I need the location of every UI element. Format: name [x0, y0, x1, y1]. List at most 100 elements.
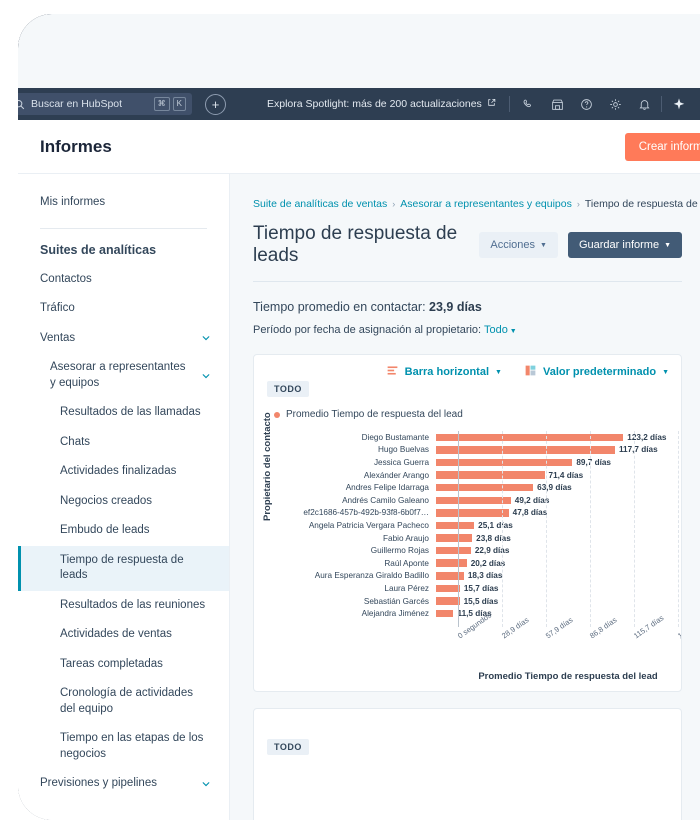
- sidebar-item-chats[interactable]: Chats: [18, 428, 229, 458]
- chart-bar-row: Guillermo Rojas 22,9 días: [276, 544, 678, 557]
- sidebar-item-ventas[interactable]: Ventas: [18, 324, 229, 354]
- period-prefix: Período por fecha de asignación al propi…: [253, 324, 484, 336]
- bar-value-label: 15,5 días: [463, 596, 499, 606]
- legend-color-dot: [274, 411, 280, 418]
- global-search[interactable]: Buscar en HubSpot ⌘ K: [18, 93, 192, 115]
- spotlight-announcement[interactable]: Explora Spotlight: más de 200 actualizac…: [267, 98, 496, 110]
- sidebar-item-tiempo-de-respuesta-de-leads[interactable]: Tiempo de respuesta de leads: [18, 545, 229, 591]
- bar-fill[interactable]: [436, 433, 624, 442]
- bar-fill[interactable]: [436, 572, 464, 580]
- bar-category-label: Raúl Aponte: [384, 558, 429, 568]
- sidebar-item-resultados-de-las-llamadas[interactable]: Resultados de las llamadas: [18, 398, 229, 428]
- sidebar-item-asesorar-a-representantes-y-equipos[interactable]: Asesorar a representantes y equipos: [18, 353, 229, 398]
- bar-category-label: Diego Bustamante: [361, 432, 429, 442]
- sidebar-item-actividades-finalizadas[interactable]: Actividades finalizadas: [18, 457, 229, 487]
- sidebar-item-label: Resultados de las reuniones: [60, 598, 206, 611]
- sidebar-navigation[interactable]: Mis informes Suites de analíticas Contac…: [18, 174, 230, 820]
- bar-fill[interactable]: [436, 609, 454, 618]
- phone-icon[interactable]: [522, 98, 535, 111]
- sidebar-item-contactos[interactable]: Contactos: [18, 265, 229, 295]
- value-selector[interactable]: Valor predeterminado ▼: [524, 364, 669, 380]
- sidebar-item-cronolog-a-de-actividades-del-equipo[interactable]: Cronología de actividades del equipo: [18, 679, 229, 724]
- chart-controls: Barra horizontal ▼ Valor predeterminado …: [386, 364, 669, 380]
- sidebar-item-resultados-de-las-reuniones[interactable]: Resultados de las reuniones: [18, 591, 229, 621]
- sidebar-item-previsiones-y-pipelines[interactable]: Previsiones y pipelines: [18, 769, 229, 799]
- average-contact-time: Tiempo promedio en contactar: 23,9 días: [253, 300, 682, 314]
- bar-track: 11,5 días: [436, 607, 678, 620]
- sidebar-item-actividades-de-ventas[interactable]: Actividades de ventas: [18, 620, 229, 650]
- search-input[interactable]: Buscar en HubSpot: [31, 98, 148, 110]
- sidebar-item-my-reports[interactable]: Mis informes: [18, 188, 229, 218]
- breadcrumb[interactable]: Suite de analíticas de ventas › Asesorar a…: [253, 198, 700, 210]
- bar-fill[interactable]: [436, 458, 573, 467]
- sidebar-item-label: Resultados de las llamadas: [60, 406, 201, 419]
- bar-value-label: 15,7 días: [463, 583, 499, 593]
- chart-bar-row: Jessica Guerra 89,7 días: [276, 456, 678, 469]
- bar-category-label: Fabio Araujo: [383, 533, 429, 543]
- bar-fill[interactable]: [436, 597, 460, 605]
- bar-track: 49,2 días: [436, 494, 678, 507]
- bar-fill[interactable]: [436, 483, 534, 492]
- spotlight-label: Explora Spotlight: más de 200 actualizac…: [267, 98, 482, 110]
- bar-fill[interactable]: [436, 496, 511, 505]
- sidebar-item-tr-fico[interactable]: Tráfico: [18, 294, 229, 324]
- chart-bar-row: ef2c1686-457b-492b-93f8-6b0f7… 47,8 días: [276, 507, 678, 520]
- help-circle-icon[interactable]: [580, 98, 593, 111]
- sidebar-item-label: Tiempo de respuesta de leads: [60, 553, 184, 582]
- sidebar-item-label: Cronología de actividades del equipo: [60, 687, 193, 715]
- gear-icon[interactable]: [609, 98, 622, 111]
- bar-fill[interactable]: [436, 546, 471, 555]
- chart-bar-row: Andres Felipe Idarraga 63,9 días: [276, 481, 678, 494]
- nav-divider-1: [508, 96, 510, 112]
- sidebar-item-label: Negocios creados: [60, 494, 153, 507]
- chevron-down-icon[interactable]: [201, 371, 211, 381]
- sidebar-item-embudo-de-leads[interactable]: Embudo de leads: [18, 516, 229, 546]
- period-value[interactable]: Todo: [484, 324, 508, 336]
- chart-type-label: Barra horizontal: [404, 366, 490, 378]
- bar-track: 15,5 días: [436, 595, 678, 608]
- bar-fill[interactable]: [436, 509, 509, 517]
- chart-bar-row: Aura Esperanza Giraldo Badillo 18,3 días: [276, 570, 678, 583]
- sidebar-item-label: Actividades finalizadas: [60, 465, 177, 478]
- chevron-down-icon[interactable]: [201, 779, 211, 789]
- breadcrumb-item-1[interactable]: Asesorar a representantes y equipos: [400, 198, 572, 210]
- bar-fill[interactable]: [436, 559, 467, 567]
- chart-legend[interactable]: Promedio Tiempo de respuesta del lead: [274, 409, 463, 420]
- breadcrumb-item-0[interactable]: Suite de analíticas de ventas: [253, 198, 387, 210]
- chevron-down-icon: ▼: [540, 241, 547, 249]
- chart-bar-row: Fabio Araujo 23,8 días: [276, 532, 678, 545]
- bar-fill[interactable]: [436, 584, 460, 593]
- sidebar-item-tiempo-en-las-etapas-de-los-negocios[interactable]: Tiempo en las etapas de los negocios: [18, 724, 229, 769]
- bar-category-label: Andres Felipe Idarraga: [345, 483, 429, 493]
- sidebar-item-negocios-creados[interactable]: Negocios creados: [18, 487, 229, 517]
- save-report-button[interactable]: Guardar informe ▼: [567, 232, 682, 258]
- bar-value-label: 25,1 días: [478, 520, 513, 530]
- bell-icon[interactable]: [638, 98, 651, 111]
- kbd-k: K: [172, 97, 186, 111]
- create-new-button[interactable]: +: [205, 93, 226, 115]
- sidebar-item-tareas-completadas[interactable]: Tareas completadas: [18, 650, 229, 680]
- ai-sparkle-icon[interactable]: [672, 97, 686, 111]
- period-filter[interactable]: Período por fecha de asignación al propi…: [253, 324, 682, 336]
- bar-fill[interactable]: [436, 471, 545, 479]
- bar-value-label: 23,8 días: [476, 533, 511, 543]
- top-navigation-bar: Buscar en HubSpot ⌘ K + Explora Spotligh…: [18, 88, 700, 120]
- create-report-button[interactable]: Crear informe: [624, 133, 700, 161]
- sidebar-divider: [40, 227, 207, 229]
- sidebar-item-label: Chats: [60, 435, 91, 448]
- marketplace-icon[interactable]: [551, 98, 564, 111]
- bar-value-label: 18,3 días: [467, 571, 503, 581]
- bar-fill[interactable]: [436, 521, 475, 530]
- legend-label: Promedio Tiempo de respuesta del lead: [286, 409, 463, 420]
- chevron-down-icon[interactable]: [201, 333, 211, 343]
- bar-fill[interactable]: [436, 534, 473, 542]
- bar-category-label: Andrés Camilo Galeano: [342, 495, 429, 505]
- bar-value-label: 20,2 días: [470, 558, 506, 568]
- sidebar-item-label: Tráfico: [40, 302, 75, 315]
- bar-fill[interactable]: [436, 446, 615, 454]
- bar-category-label: Hugo Buelvas: [378, 445, 429, 455]
- actions-button[interactable]: Acciones ▼: [479, 232, 558, 258]
- chart-type-selector[interactable]: Barra horizontal ▼: [386, 364, 502, 380]
- bar-track: 71,4 días: [436, 469, 678, 482]
- bar-track: 123,2 días: [436, 431, 678, 444]
